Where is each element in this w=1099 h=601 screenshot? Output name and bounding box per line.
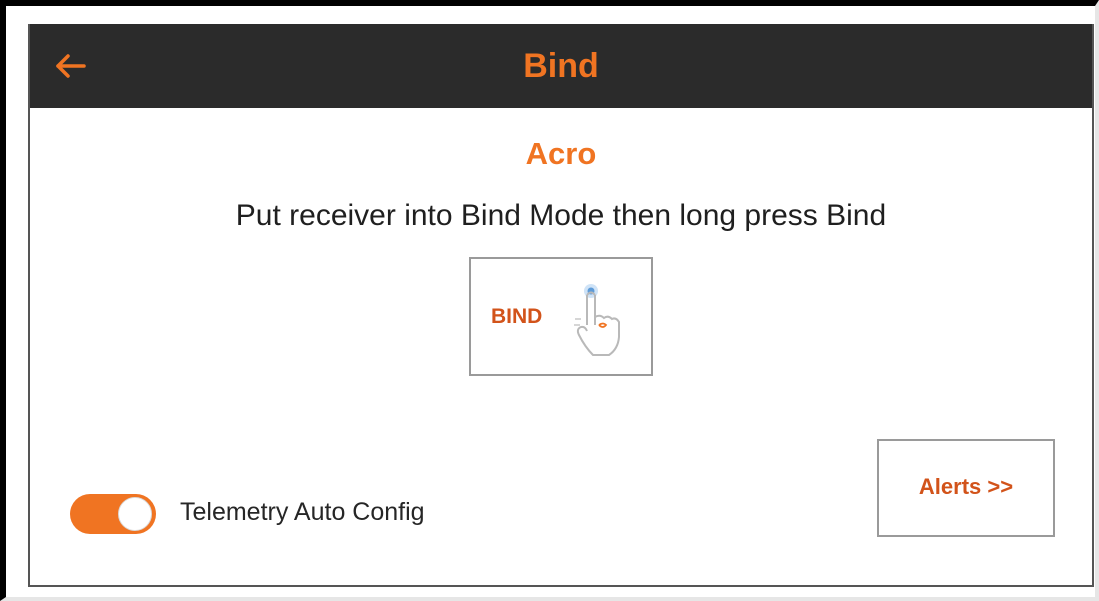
alerts-button-label: Alerts >> — [918, 474, 1014, 499]
app-window: Bind Acro Put receiver into Bind Mode th… — [0, 0, 1099, 601]
bind-instruction: Put receiver into Bind Mode then long pr… — [235, 199, 887, 232]
header-bar: Bind — [30, 24, 1092, 108]
finger-press-icon — [574, 284, 620, 356]
page-title: Bind — [523, 47, 599, 85]
alerts-button[interactable]: Alerts >> — [877, 439, 1055, 537]
toggle-knob — [118, 497, 152, 531]
bind-screen: Bind Acro Put receiver into Bind Mode th… — [28, 24, 1094, 587]
bind-button[interactable]: BIND — [469, 257, 653, 376]
telemetry-auto-config-toggle[interactable] — [70, 494, 156, 534]
telemetry-auto-config-label: Telemetry Auto Config — [180, 498, 425, 526]
model-name: Acro — [525, 136, 597, 171]
bind-button-label: BIND — [491, 305, 543, 328]
